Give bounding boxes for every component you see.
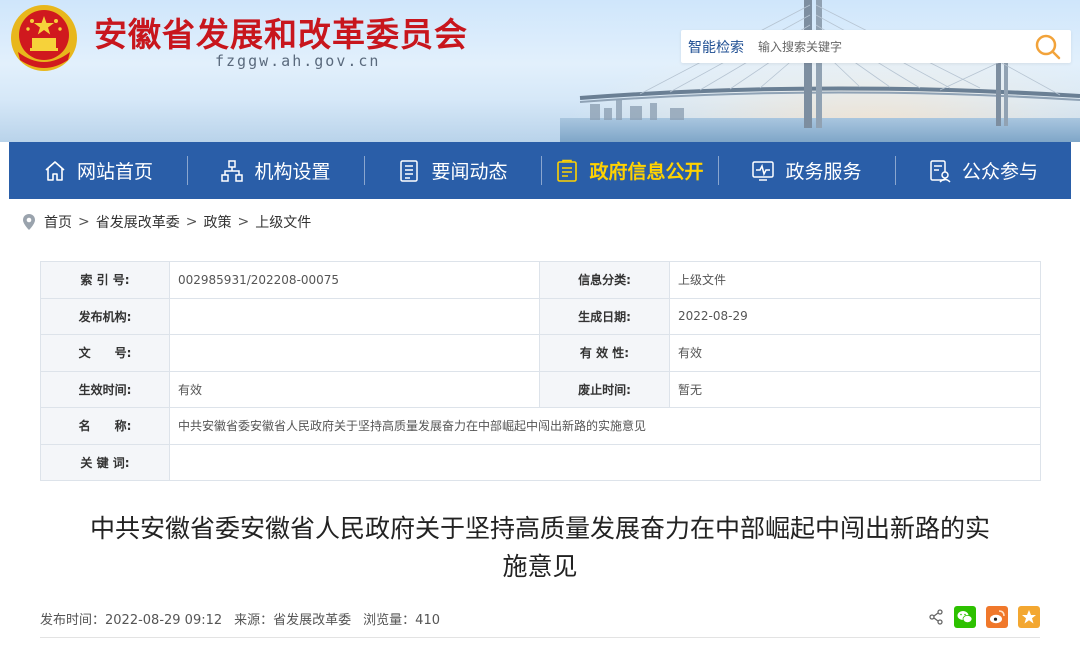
nav-item-service[interactable]: 政务服务 (718, 142, 895, 199)
table-row: 关 键 词: (40, 443, 1041, 481)
home-icon (45, 160, 65, 181)
abolish-time-value: 暂无 (669, 370, 1041, 408)
table-row: 索 引 号: 002985931/202208-00075 信息分类: 上级文件 (40, 261, 1041, 299)
national-emblem-icon (11, 5, 77, 71)
nav-item-participation[interactable]: 公众参与 (895, 142, 1071, 199)
validity-value: 有效 (669, 334, 1041, 372)
bridge-illustration (560, 0, 1080, 142)
table-row: 发布机构: 生成日期: 2022-08-29 (40, 297, 1041, 335)
smart-search-label[interactable]: 智能检索 (688, 37, 744, 57)
article-meta: 发布时间：2022-08-29 09:12 来源：省发展改革委 浏览量：410 (40, 609, 452, 628)
news-icon (400, 159, 419, 182)
nav-label: 政府信息公开 (589, 161, 704, 183)
search-input[interactable] (758, 34, 1018, 59)
breadcrumb-commission[interactable]: 省发展改革委 (96, 212, 180, 232)
publisher-value (169, 297, 540, 335)
validity-label: 有 效 性: (539, 334, 670, 372)
nav-label: 政务服务 (785, 161, 862, 183)
search-icon[interactable] (1033, 32, 1063, 61)
weibo-share-icon[interactable] (986, 606, 1008, 628)
article-title-line-2: 施意见 (502, 552, 578, 581)
breadcrumb-separator: > (237, 214, 250, 230)
table-row: 文 号: 有 效 性: 有效 (40, 334, 1041, 372)
breadcrumb-separator: > (185, 214, 198, 230)
article-source: 来源：省发展改革委 (234, 613, 352, 628)
document-name-value: 中共安徽省委安徽省人民政府关于坚持高质量发展奋力在中部崛起中闯出新路的实施意见 (169, 407, 1041, 445)
search-box: 智能检索 (681, 30, 1071, 63)
favorite-star-icon[interactable] (1018, 606, 1040, 628)
nav-label: 要闻动态 (431, 161, 508, 183)
publisher-label: 发布机构: (40, 297, 170, 335)
breadcrumb-home[interactable]: 首页 (44, 212, 72, 232)
main-nav: 网站首页 机构设置 要闻动态 政府信息公开 政务服务 公众参与 (9, 142, 1071, 199)
table-row: 生效时间: 有效 废止时间: 暂无 (40, 370, 1041, 408)
org-chart-icon (221, 159, 244, 182)
location-pin-icon (23, 214, 35, 230)
created-date-value: 2022-08-29 (669, 297, 1041, 335)
nav-label: 机构设置 (254, 161, 331, 183)
article-title: 中共安徽省委安徽省人民政府关于坚持高质量发展奋力在中部崛起中闯出新路的实 施意见 (40, 510, 1040, 586)
nav-label: 公众参与 (961, 161, 1038, 183)
abolish-time-label: 废止时间: (539, 370, 670, 408)
index-number-value: 002985931/202208-00075 (169, 261, 540, 299)
nav-item-info-disclosure[interactable]: 政府信息公开 (541, 142, 718, 199)
wechat-share-icon[interactable] (954, 606, 976, 628)
nav-item-org[interactable]: 机构设置 (187, 142, 364, 199)
share-icon[interactable] (928, 609, 944, 625)
effective-time-value: 有效 (169, 370, 540, 408)
index-number-label: 索 引 号: (40, 261, 170, 299)
document-number-label: 文 号: (40, 334, 170, 372)
breadcrumb-upper-documents[interactable]: 上级文件 (255, 212, 311, 232)
created-date-label: 生成日期: (539, 297, 670, 335)
info-disclosure-icon (557, 159, 578, 182)
site-domain: fzggw.ah.gov.cn (215, 52, 381, 70)
document-number-value (169, 334, 540, 372)
site-header: 安徽省发展和改革委员会 fzggw.ah.gov.cn 智能检索 (0, 0, 1080, 142)
keywords-label: 关 键 词: (40, 443, 170, 481)
table-row: 名 称: 中共安徽省委安徽省人民政府关于坚持高质量发展奋力在中部崛起中闯出新路的… (40, 407, 1041, 445)
breadcrumb-separator: > (78, 214, 90, 230)
nav-item-home[interactable]: 网站首页 (9, 142, 187, 199)
keywords-value (169, 443, 1041, 481)
category-label: 信息分类: (539, 261, 670, 299)
document-info-table: 索 引 号: 002985931/202208-00075 信息分类: 上级文件… (40, 261, 1041, 481)
service-monitor-icon (752, 160, 775, 181)
nav-label: 网站首页 (76, 161, 153, 183)
breadcrumb: 首页 > 省发展改革委 > 政策 > 上级文件 (22, 212, 311, 232)
share-bar (928, 604, 1040, 630)
article-title-line-1: 中共安徽省委安徽省人民政府关于坚持高质量发展奋力在中部崛起中闯出新路的实 (89, 514, 990, 543)
view-count: 浏览量：410 (363, 613, 440, 628)
document-name-label: 名 称: (40, 407, 170, 445)
meta-divider (40, 637, 1040, 638)
nav-item-news[interactable]: 要闻动态 (364, 142, 541, 199)
breadcrumb-policy[interactable]: 政策 (203, 212, 231, 232)
effective-time-label: 生效时间: (40, 370, 170, 408)
site-title: 安徽省发展和改革委员会 (94, 15, 468, 54)
participation-icon (930, 159, 951, 183)
category-value: 上级文件 (669, 261, 1041, 299)
publish-time: 发布时间：2022-08-29 09:12 (40, 613, 223, 628)
